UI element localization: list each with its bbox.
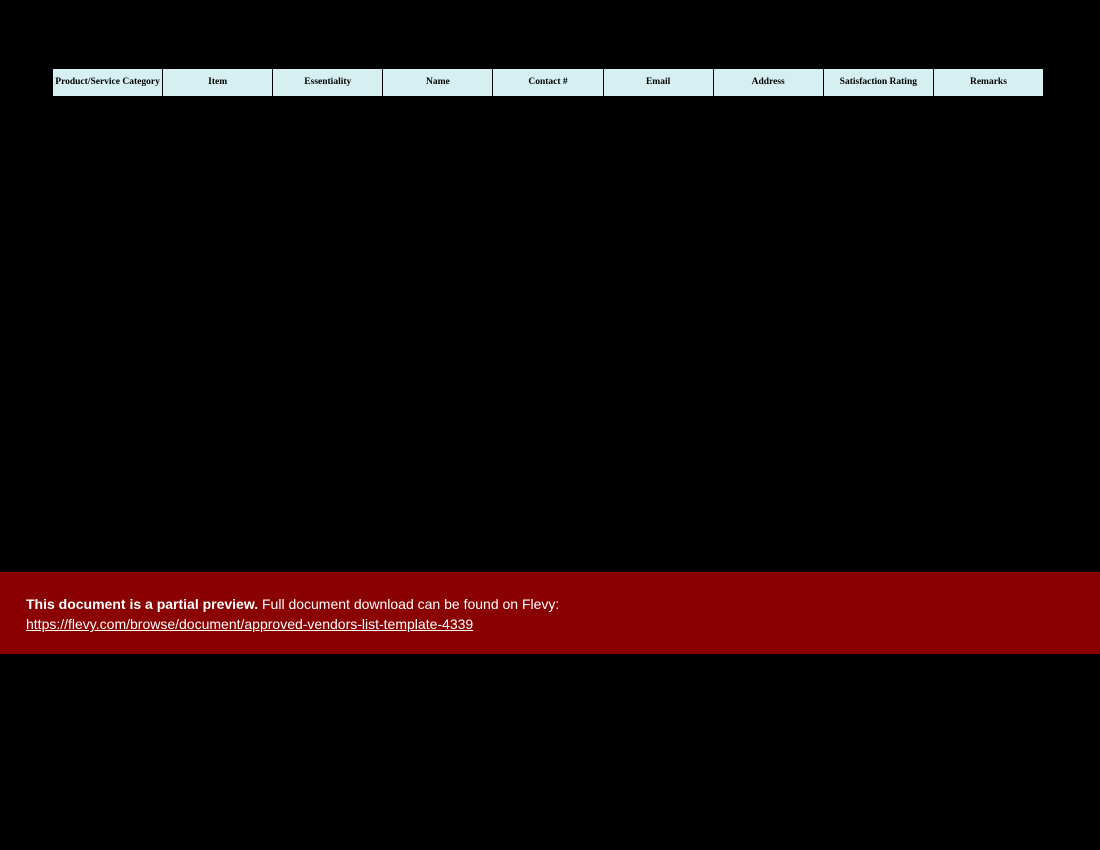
- preview-notice-bar: This document is a partial preview. Full…: [0, 572, 1100, 654]
- preview-notice-rest: Full document download can be found on F…: [258, 596, 559, 612]
- col-contact: Contact #: [493, 69, 603, 97]
- col-address: Address: [713, 69, 823, 97]
- col-product-service-category: Product/Service Category: [53, 69, 163, 97]
- col-name: Name: [383, 69, 493, 97]
- table-header: Product/Service Category Item Essentiali…: [53, 69, 1044, 97]
- col-satisfaction-rating: Satisfaction Rating: [823, 69, 933, 97]
- table-header-row: Product/Service Category Item Essentiali…: [53, 69, 1044, 97]
- col-item: Item: [163, 69, 273, 97]
- col-email: Email: [603, 69, 713, 97]
- vendors-table: Product/Service Category Item Essentiali…: [52, 68, 1044, 97]
- table-container: Product/Service Category Item Essentiali…: [52, 68, 1044, 97]
- preview-notice-bold: This document is a partial preview.: [26, 596, 258, 612]
- flevy-link[interactable]: https://flevy.com/browse/document/approv…: [26, 616, 473, 632]
- preview-notice-text: This document is a partial preview. Full…: [26, 594, 1074, 614]
- col-remarks: Remarks: [933, 69, 1043, 97]
- col-essentiality: Essentiality: [273, 69, 383, 97]
